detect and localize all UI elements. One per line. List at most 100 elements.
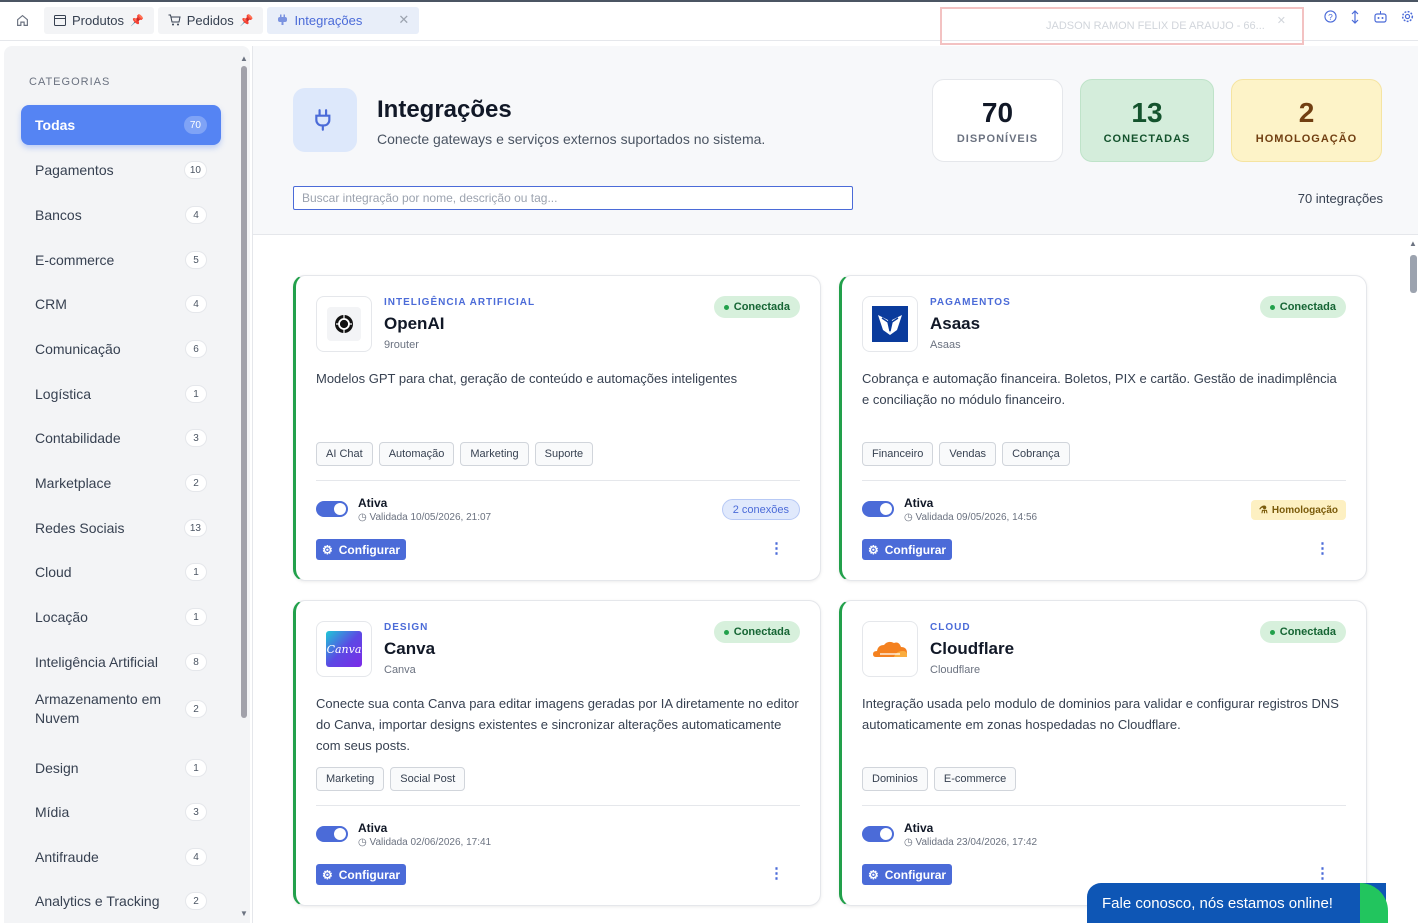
tab-produtos[interactable]: Produtos 📌	[44, 6, 154, 34]
chat-label: Fale conosco, nós estamos online!	[1102, 894, 1333, 912]
sidebar-item-comunicacao[interactable]: Comunicação 6	[21, 329, 221, 369]
help-icon[interactable]: ?	[1324, 10, 1337, 23]
main-scrollbar[interactable]: ▲	[1408, 239, 1418, 923]
sidebar-item-label: Antifraude	[35, 849, 99, 865]
tag[interactable]: AI Chat	[316, 442, 373, 466]
robot-icon[interactable]	[1373, 10, 1388, 23]
status-label: Conectada	[733, 301, 790, 313]
pin-icon[interactable]: 📌	[130, 14, 144, 27]
sidebar-item-armazenamento-em-nuvem[interactable]: Armazenamento em Nuvem 2	[21, 686, 221, 732]
sidebar-item-crm[interactable]: CRM 4	[21, 284, 221, 324]
scroll-down-arrow-icon[interactable]: ▼	[240, 909, 248, 918]
tag[interactable]: Marketing	[316, 767, 385, 791]
sidebar-item-logistica[interactable]: Logística 1	[21, 374, 221, 414]
sidebar-item-label: Marketplace	[35, 475, 112, 491]
sidebar-item-pagamentos[interactable]: Pagamentos 10	[21, 150, 221, 190]
home-button[interactable]	[0, 14, 44, 27]
tag[interactable]: Cobrança	[1002, 442, 1070, 466]
integrations-count: 70 integrações	[1297, 191, 1383, 206]
tab-pedidos[interactable]: Pedidos 📌	[157, 6, 264, 34]
gear-icon[interactable]	[1401, 10, 1414, 23]
close-icon[interactable]: ✕	[1277, 14, 1286, 27]
card-category: CLOUD	[930, 622, 971, 633]
tag[interactable]: Financeiro	[862, 442, 934, 466]
svg-text:?: ?	[1328, 12, 1333, 22]
sidebar-item-design[interactable]: Design 1	[21, 748, 221, 788]
cloudflare-logo-icon	[862, 621, 918, 677]
active-toggle[interactable]	[862, 501, 894, 517]
configure-button[interactable]: ⚙ Configurar	[862, 864, 953, 885]
tag[interactable]: Automação	[378, 442, 455, 466]
sidebar-item-locacao[interactable]: Locação 1	[21, 597, 221, 637]
connections-badge[interactable]: 2 conexões	[721, 499, 800, 520]
sidebar-item-bancos[interactable]: Bancos 4	[21, 195, 221, 235]
pin-icon[interactable]: 📌	[240, 14, 254, 27]
card-name: OpenAI	[384, 314, 445, 333]
sidebar-item-label: Cloud	[35, 564, 72, 580]
user-selector[interactable]: JADSON RAMON FELIX DE ARAUJO - 66... ✕	[940, 7, 1304, 45]
expand-vertical-icon[interactable]	[1350, 10, 1360, 24]
sidebar-item-cloud[interactable]: Cloud 1	[21, 552, 221, 592]
tag[interactable]: Vendas	[939, 442, 997, 466]
card-divider	[862, 805, 1346, 806]
card-category: INTELIGÊNCIA ARTIFICIAL	[384, 297, 536, 308]
tab-integracoes[interactable]: Integrações ✕	[267, 6, 420, 34]
scroll-up-arrow-icon[interactable]: ▲	[240, 54, 248, 63]
sidebar-item-redes-sociais[interactable]: Redes Sociais 13	[21, 508, 221, 548]
configure-button[interactable]: ⚙ Configurar	[316, 539, 407, 560]
sidebar-item-midia[interactable]: Mídia 3	[21, 792, 221, 832]
tag[interactable]: Social Post	[390, 767, 466, 791]
more-options-icon[interactable]: ⋮	[769, 539, 784, 557]
tag[interactable]: Suporte	[534, 442, 594, 466]
sidebar-item-e-commerce[interactable]: E-commerce 5	[21, 240, 221, 280]
card-description: Integração usada pelo modulo de dominios…	[862, 696, 1339, 732]
sidebar-item-marketplace[interactable]: Marketplace 2	[21, 463, 221, 503]
status-label: Conectada	[733, 626, 790, 638]
chat-status-accent	[1360, 883, 1388, 923]
active-toggle[interactable]	[862, 826, 894, 842]
validated-text: ◷ Validada 02/06/2026, 17:41	[358, 837, 491, 848]
close-icon[interactable]: ✕	[398, 12, 409, 28]
sidebar-title: CATEGORIAS	[29, 76, 111, 88]
sidebar-item-antifraude[interactable]: Antifraude 4	[21, 837, 221, 877]
sidebar-item-label: Logística	[35, 386, 92, 402]
sidebar-item-label: Redes Sociais	[35, 520, 125, 536]
sidebar-item-label: Armazenamento em Nuvem	[35, 691, 162, 726]
count-badge: 70	[183, 116, 207, 134]
configure-button[interactable]: ⚙ Configurar	[862, 539, 953, 560]
tag[interactable]: E-commerce	[933, 767, 1017, 791]
chat-widget[interactable]: Fale conosco, nós estamos online!	[1087, 883, 1388, 923]
sidebar-item-todas[interactable]: Todas 70	[21, 105, 221, 145]
scrollbar-thumb[interactable]	[1410, 255, 1417, 293]
more-options-icon[interactable]: ⋮	[1315, 539, 1330, 557]
sidebar: CATEGORIAS Todas 70 Pagamentos 10 Bancos 4 E-c…	[4, 46, 250, 923]
status-badge: Conectada	[1259, 621, 1346, 643]
configure-button[interactable]: ⚙ Configurar	[316, 864, 407, 885]
sidebar-item-analytics-e-tracking[interactable]: Analytics e Tracking 2	[21, 881, 221, 921]
validated-date: Validada 10/05/2026, 21:07	[369, 512, 492, 523]
user-name: JADSON RAMON FELIX DE ARAUJO - 66...	[1046, 20, 1265, 32]
card-category: DESIGN	[384, 622, 429, 633]
count-badge: 4	[185, 848, 207, 866]
active-toggle[interactable]	[316, 826, 348, 842]
tag[interactable]: Dominios	[862, 767, 928, 791]
sidebar-item-label: Mídia	[35, 804, 70, 820]
active-toggle[interactable]	[316, 501, 348, 517]
scrollbar-thumb[interactable]	[241, 66, 247, 718]
toggle-knob	[334, 503, 346, 515]
clock-icon: ◷	[904, 837, 916, 848]
sidebar-item-contabilidade[interactable]: Contabilidade 3	[21, 418, 221, 458]
scroll-up-arrow-icon[interactable]: ▲	[1409, 239, 1417, 248]
more-options-icon[interactable]: ⋮	[1315, 864, 1330, 882]
more-options-icon[interactable]: ⋮	[769, 864, 784, 882]
integration-card-canva: Canva DESIGN Canva Canva Conectada Conec…	[293, 600, 821, 906]
tag[interactable]: Marketing	[460, 442, 529, 466]
search-input[interactable]	[293, 186, 853, 210]
configure-label: Configurar	[338, 542, 401, 557]
card-provider: 9router	[384, 339, 419, 351]
sidebar-scrollbar[interactable]: ▲ ▼	[240, 54, 248, 918]
sidebar-item-inteligencia-artificial[interactable]: Inteligência Artificial 8	[21, 642, 221, 682]
card-divider	[862, 480, 1346, 481]
configure-label: Configurar	[884, 542, 947, 557]
plug-icon	[278, 14, 288, 25]
